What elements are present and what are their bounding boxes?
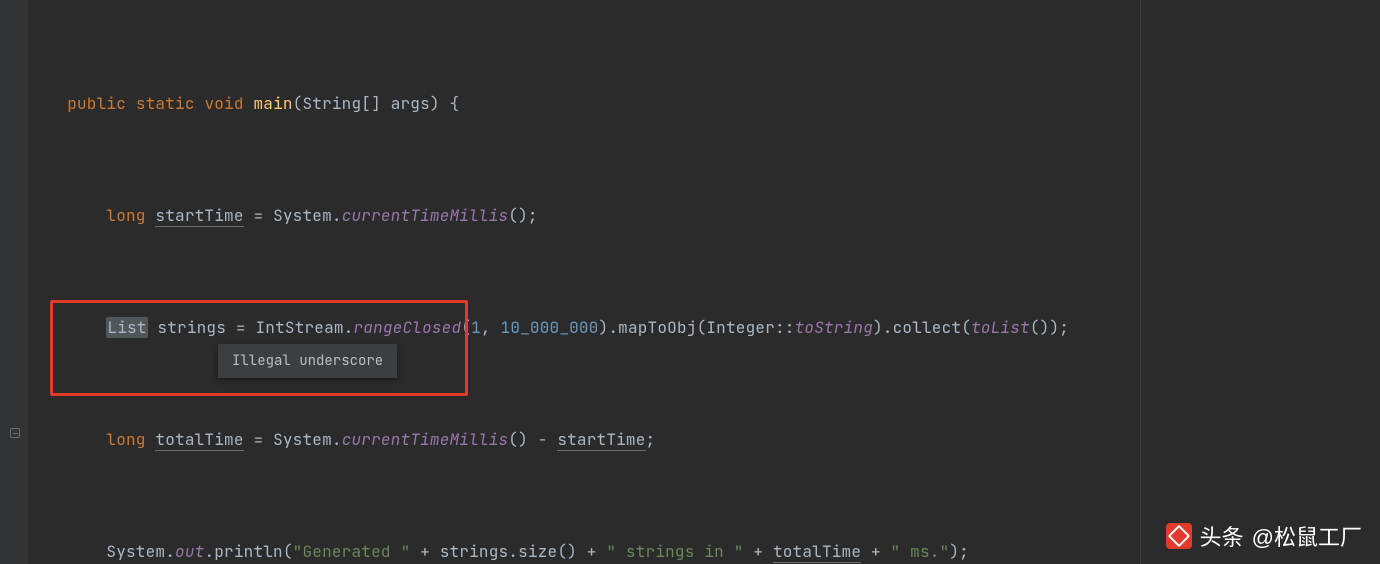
code-line: List strings = IntStream.rangeClosed(1, … [28,314,1380,342]
fold-icon[interactable] [10,428,20,438]
watermark-logo-icon [1166,523,1192,549]
watermark-handle: @松鼠工厂 [1252,520,1362,552]
error-tooltip: Illegal underscore [218,344,397,378]
code-line: public static void main(String[] args) { [28,90,1380,118]
code-line: long startTime = System.currentTimeMilli… [28,202,1380,230]
code-area[interactable]: public static void main(String[] args) {… [28,6,1380,564]
watermark-prefix: 头条 [1200,520,1244,552]
code-line: long totalTime = System.currentTimeMilli… [28,426,1380,454]
code-editor[interactable]: public static void main(String[] args) {… [0,0,1380,564]
gutter [0,0,28,564]
watermark: 头条 @松鼠工厂 [1166,520,1362,552]
